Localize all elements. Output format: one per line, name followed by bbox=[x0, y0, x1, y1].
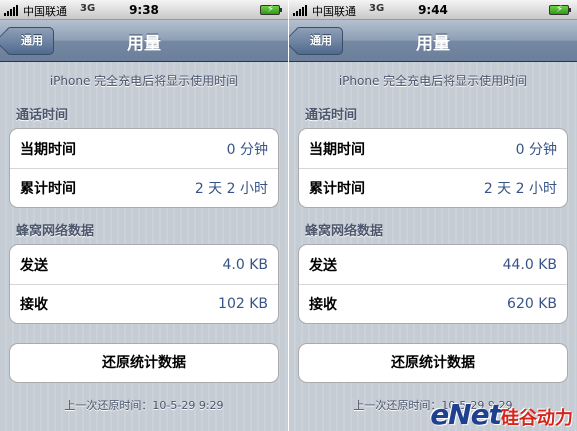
call-time-group: 当期时间 0 分钟 累计时间 2 天 2 小时 bbox=[9, 128, 279, 208]
row-label: 发送 bbox=[20, 257, 48, 274]
row-label: 发送 bbox=[309, 257, 337, 274]
row-value: 102 KB bbox=[218, 296, 268, 312]
status-time: 9:44 bbox=[418, 3, 448, 17]
battery-charging-icon: ⚡ bbox=[549, 4, 571, 15]
cellular-data-group: 发送 4.0 KB 接收 102 KB bbox=[9, 244, 279, 324]
list-item: 当期时间 0 分钟 bbox=[299, 129, 567, 168]
back-button-label: 通用 bbox=[21, 34, 43, 47]
row-label: 接收 bbox=[309, 297, 337, 313]
cellular-data-header: 蜂窝网络数据 bbox=[305, 224, 384, 239]
watermark-latin: eNet bbox=[430, 398, 502, 431]
call-time-header: 通话时间 bbox=[16, 108, 69, 123]
status-bar: 中国联通 3G 9:44 ⚡ bbox=[289, 0, 577, 20]
list-item: 当期时间 0 分钟 bbox=[10, 129, 278, 168]
status-bar: 中国联通 3G 9:38 ⚡ bbox=[0, 0, 288, 20]
enet-watermark-logo: eNet硅谷动力 bbox=[430, 398, 573, 431]
battery-charging-icon: ⚡ bbox=[260, 4, 282, 15]
row-label: 累计时间 bbox=[20, 181, 76, 197]
page-title: 用量 bbox=[127, 34, 161, 54]
navigation-bar: 通用 用量 bbox=[0, 20, 288, 62]
status-time: 9:38 bbox=[129, 3, 159, 17]
call-time-group: 当期时间 0 分钟 累计时间 2 天 2 小时 bbox=[298, 128, 568, 208]
row-value: 2 天 2 小时 bbox=[483, 181, 557, 197]
list-item: 发送 4.0 KB bbox=[10, 245, 278, 284]
row-label: 接收 bbox=[20, 297, 48, 313]
navigation-bar: 通用 用量 bbox=[289, 20, 577, 62]
row-value: 0 分钟 bbox=[226, 141, 268, 158]
phone-screen-left: 中国联通 3G 9:38 ⚡ 通用 用量 iPhone 完全充电后将显示使用时间… bbox=[0, 0, 288, 431]
watermark-chinese: 硅谷动力 bbox=[501, 408, 573, 429]
row-value: 2 天 2 小时 bbox=[194, 181, 268, 197]
call-time-header: 通话时间 bbox=[305, 108, 358, 123]
reset-statistics-button[interactable]: 还原统计数据 bbox=[9, 343, 279, 383]
back-button-label: 通用 bbox=[310, 34, 332, 47]
last-reset-time: 上一次还原时间：10-5-29 9:29 bbox=[64, 399, 224, 412]
row-label: 累计时间 bbox=[309, 181, 365, 197]
page-title: 用量 bbox=[416, 34, 450, 54]
list-item: 发送 44.0 KB bbox=[299, 245, 567, 284]
cellular-data-group: 发送 44.0 KB 接收 620 KB bbox=[298, 244, 568, 324]
reset-statistics-button[interactable]: 还原统计数据 bbox=[298, 343, 568, 383]
row-label: 当期时间 bbox=[20, 141, 76, 158]
row-value: 44.0 KB bbox=[502, 256, 557, 273]
list-item: 累计时间 2 天 2 小时 bbox=[299, 168, 567, 207]
phone-screen-right: 中国联通 3G 9:44 ⚡ 通用 用量 iPhone 完全充电后将显示使用时间… bbox=[289, 0, 577, 431]
list-item: 累计时间 2 天 2 小时 bbox=[10, 168, 278, 207]
row-value: 620 KB bbox=[507, 296, 557, 312]
charge-note: iPhone 完全充电后将显示使用时间 bbox=[338, 74, 528, 88]
charge-note: iPhone 完全充电后将显示使用时间 bbox=[49, 74, 239, 88]
list-item: 接收 102 KB bbox=[10, 284, 278, 323]
list-item: 接收 620 KB bbox=[299, 284, 567, 323]
cellular-data-header: 蜂窝网络数据 bbox=[16, 224, 95, 239]
row-value: 4.0 KB bbox=[222, 256, 269, 273]
row-label: 当期时间 bbox=[309, 141, 365, 158]
row-value: 0 分钟 bbox=[515, 141, 557, 158]
